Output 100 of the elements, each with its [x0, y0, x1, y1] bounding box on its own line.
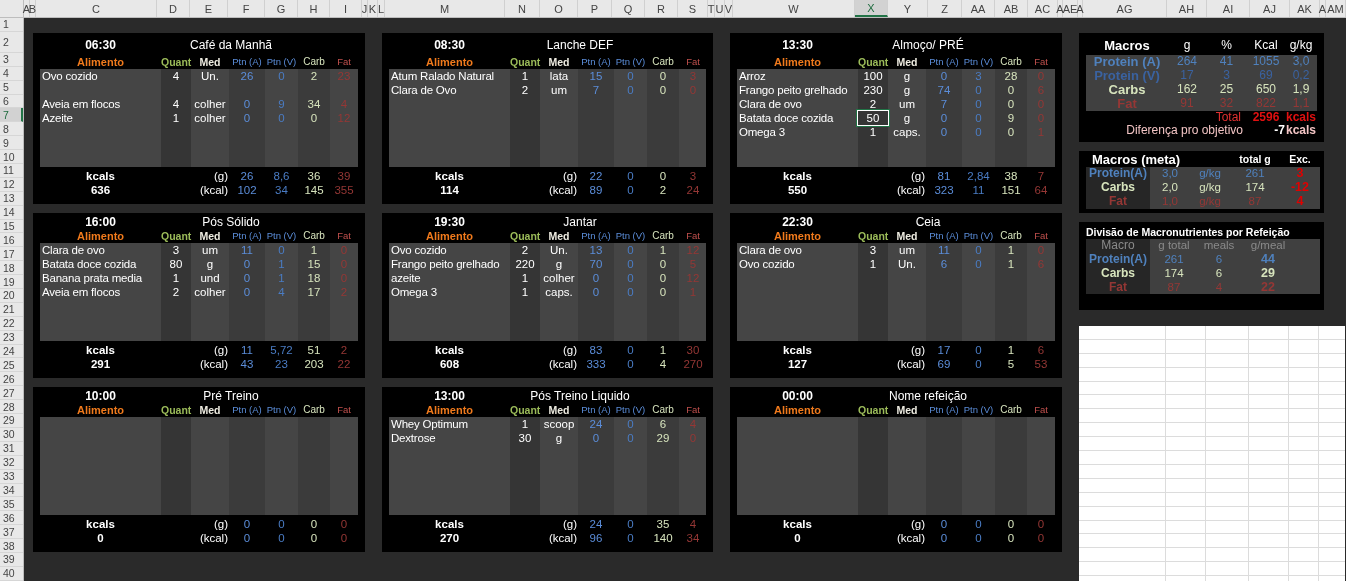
row-header[interactable]: 35	[0, 497, 23, 512]
row-header[interactable]: 4	[0, 66, 23, 81]
quantity-cell[interactable]: 80	[161, 257, 191, 271]
column-header[interactable]: I	[330, 0, 362, 17]
quantity-cell[interactable]: 4	[161, 69, 191, 83]
row-header[interactable]: 14	[0, 205, 23, 220]
column-header[interactable]: J	[362, 0, 368, 17]
column-header[interactable]: AE	[1063, 0, 1078, 17]
column-header[interactable]: T	[708, 0, 715, 17]
row-header[interactable]: 30	[0, 427, 23, 442]
row-header[interactable]: 31	[0, 441, 23, 456]
row-header[interactable]: 39	[0, 552, 23, 567]
column-header[interactable]: Z	[928, 0, 962, 17]
quantity-cell[interactable]: 30	[510, 431, 540, 445]
quantity-cell[interactable]: 1	[510, 285, 540, 299]
column-header[interactable]: S	[678, 0, 708, 17]
column-header[interactable]: B	[30, 0, 36, 17]
column-header[interactable]: C	[36, 0, 157, 17]
quantity-cell[interactable]: 220	[510, 257, 540, 271]
row-header[interactable]: 33	[0, 469, 23, 484]
quantity-cell[interactable]: 3	[161, 243, 191, 257]
row-header[interactable]: 18	[0, 261, 23, 276]
column-header[interactable]: H	[298, 0, 330, 17]
row-header[interactable]: 38	[0, 539, 23, 553]
quantity-cell[interactable]: 2	[858, 97, 888, 111]
row-header[interactable]: 22	[0, 316, 23, 331]
quantity-cell[interactable]: 2	[510, 243, 540, 257]
row-header[interactable]: 19	[0, 275, 23, 290]
quantity-cell[interactable]: 2	[161, 285, 191, 299]
column-header[interactable]: X	[855, 0, 888, 17]
column-header[interactable]: P	[578, 0, 612, 17]
row-header[interactable]: 12	[0, 177, 23, 192]
column-header[interactable]: R	[645, 0, 678, 17]
column-header[interactable]: AK	[1290, 0, 1320, 17]
quantity-cell[interactable]: 1	[510, 69, 540, 83]
column-header[interactable]: N	[505, 0, 540, 17]
unit-label: (g)	[909, 169, 926, 183]
column-header[interactable]: AI	[1207, 0, 1250, 17]
row-header[interactable]: 7	[0, 108, 23, 123]
quantity-cell[interactable]: 3	[858, 243, 888, 257]
quantity-cell[interactable]: 230	[858, 83, 888, 97]
row-header[interactable]: 26	[0, 372, 23, 387]
column-header[interactable]: AG	[1083, 0, 1167, 17]
quantity-cell[interactable]: 1	[858, 257, 888, 271]
row-header[interactable]: 24	[0, 344, 23, 359]
column-header[interactable]: F	[228, 0, 265, 17]
row-header[interactable]: 1	[0, 18, 23, 32]
quantity-cell[interactable]: 1	[510, 271, 540, 285]
column-header[interactable]: U	[715, 0, 725, 17]
quantity-cell[interactable]: 4	[161, 97, 191, 111]
column-header[interactable]: K	[368, 0, 378, 17]
row-header[interactable]: 34	[0, 483, 23, 498]
column-header[interactable]: M	[385, 0, 505, 17]
row-header[interactable]: 27	[0, 386, 23, 401]
column-header[interactable]: E	[190, 0, 228, 17]
row-header[interactable]: 16	[0, 233, 23, 248]
column-header[interactable]: AB	[995, 0, 1028, 17]
row-header[interactable]: 5	[0, 80, 23, 95]
row-header[interactable]: 40	[0, 566, 23, 581]
quantity-cell[interactable]: 1	[161, 271, 191, 285]
row-header[interactable]: 23	[0, 330, 23, 345]
row-header[interactable]: 2	[0, 31, 23, 53]
column-header[interactable]: AM	[1326, 0, 1346, 17]
quantity-cell[interactable]: 50	[858, 111, 888, 125]
row-header[interactable]: 21	[0, 302, 23, 317]
column-header[interactable]: AA	[962, 0, 995, 17]
row-header[interactable]: 15	[0, 219, 23, 234]
row-header[interactable]: 8	[0, 122, 23, 137]
column-header[interactable]: V	[725, 0, 733, 17]
quantity-cell[interactable]: 1	[161, 111, 191, 125]
quantity-cell[interactable]: 1	[858, 125, 888, 139]
row-header[interactable]: 10	[0, 150, 23, 164]
column-header[interactable]: AH	[1167, 0, 1207, 17]
column-header[interactable]: O	[540, 0, 578, 17]
row-header[interactable]: 13	[0, 191, 23, 206]
column-header[interactable]: AJ	[1250, 0, 1290, 17]
meal-name: Ceia	[914, 215, 942, 229]
row-header[interactable]: 32	[0, 455, 23, 470]
column-header[interactable]: A	[1320, 0, 1326, 17]
row-header[interactable]: 36	[0, 511, 23, 526]
column-header[interactable]: D	[157, 0, 190, 17]
row-header[interactable]: 28	[0, 400, 23, 415]
quantity-cell[interactable]: 2	[510, 83, 540, 97]
row-header[interactable]: 29	[0, 414, 23, 428]
row-header[interactable]: 3	[0, 52, 23, 67]
row-header[interactable]: 11	[0, 164, 23, 178]
column-header[interactable]: Y	[888, 0, 928, 17]
column-header[interactable]: A	[24, 0, 30, 17]
quantity-cell[interactable]: 100	[858, 69, 888, 83]
row-header[interactable]: 25	[0, 358, 23, 373]
quantity-cell[interactable]: 1	[510, 417, 540, 431]
row-header[interactable]: 9	[0, 136, 23, 151]
column-header[interactable]: G	[265, 0, 298, 17]
column-header[interactable]: L	[378, 0, 385, 17]
row-header[interactable]: 20	[0, 289, 23, 303]
row-header[interactable]: 37	[0, 525, 23, 540]
column-header[interactable]: A	[1058, 0, 1063, 17]
column-header[interactable]: Q	[612, 0, 645, 17]
row-header[interactable]: 17	[0, 247, 23, 262]
column-header[interactable]: A	[1078, 0, 1083, 17]
